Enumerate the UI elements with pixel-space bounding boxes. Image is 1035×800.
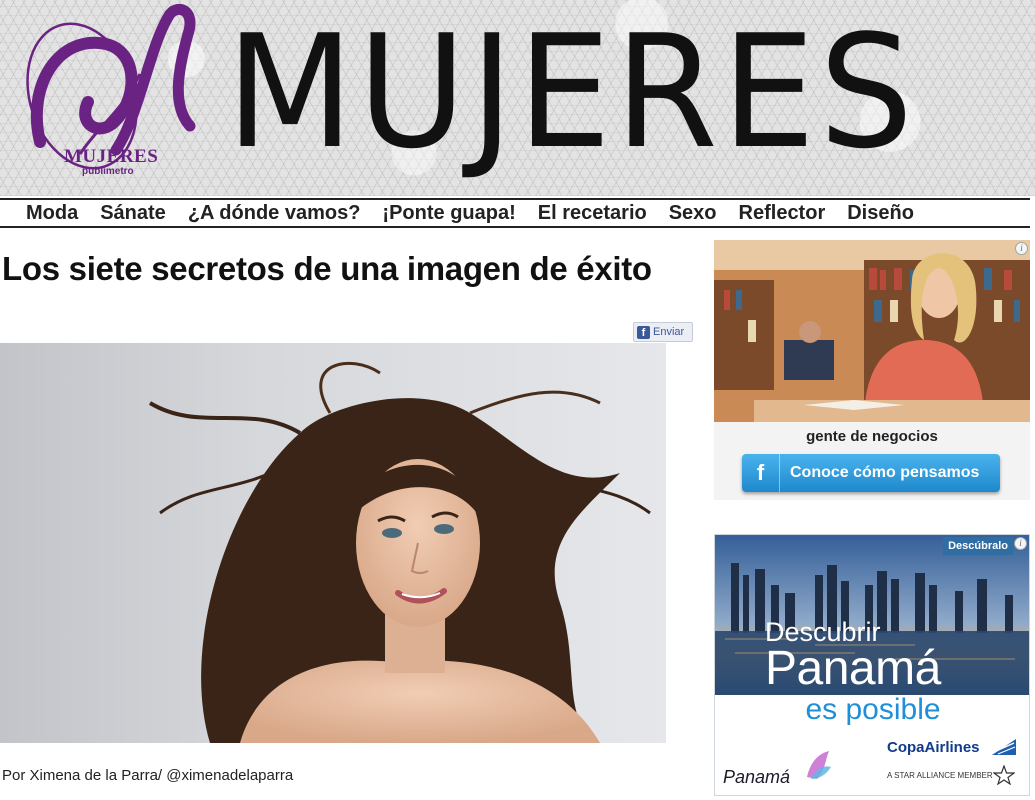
panama-brand-icon bbox=[807, 751, 831, 779]
article-byline[interactable]: Por Ximena de la Parra/ @ximenadelaparra bbox=[2, 767, 293, 784]
ad2-headline-3: es posible bbox=[805, 693, 941, 726]
ad1-cta-label: Conoce cómo pensamos bbox=[790, 464, 980, 481]
info-icon[interactable]: i bbox=[1014, 537, 1027, 550]
logo-wordmark: MUJERES bbox=[64, 146, 159, 167]
ad-gente-de-negocios[interactable]: i gente de negocios f Conoce cómo pensam… bbox=[714, 240, 1030, 500]
ad1-cta-button[interactable]: f Conoce cómo pensamos bbox=[742, 454, 1000, 492]
nav-item-diseno[interactable]: Diseño bbox=[847, 202, 914, 225]
article-title: Los siete secretos de una imagen de éxit… bbox=[2, 250, 652, 287]
facebook-icon: f bbox=[637, 325, 650, 339]
ad2-discover-badge[interactable]: Descúbralo bbox=[943, 537, 1013, 555]
ad-copa-panama[interactable]: Descúbralo i Descubrir Panamá es posible… bbox=[714, 534, 1030, 796]
info-icon[interactable]: i bbox=[1015, 242, 1028, 255]
copa-airlines-label: CopaAirlines bbox=[887, 739, 980, 756]
facebook-send-label: Enviar bbox=[653, 326, 685, 338]
nav-item-reflector[interactable]: Reflector bbox=[739, 202, 826, 225]
facebook-send-button[interactable]: f Enviar bbox=[633, 322, 693, 342]
star-alliance-label: A STAR ALLIANCE MEMBER bbox=[887, 771, 993, 780]
nav-item-sexo[interactable]: Sexo bbox=[669, 202, 717, 225]
article-hero-image bbox=[0, 343, 666, 743]
ad1-caption: gente de negocios bbox=[806, 428, 938, 445]
copa-logo-icon bbox=[992, 739, 1016, 755]
nav-item-ponte-guapa[interactable]: ¡Ponte guapa! bbox=[382, 202, 515, 225]
masthead-title[interactable]: MUJERES bbox=[226, 2, 917, 182]
nav-item-sanate[interactable]: Sánate bbox=[100, 202, 166, 225]
logo-subtext: publimetro bbox=[82, 166, 134, 177]
main-nav: Moda Sánate ¿A dónde vamos? ¡Ponte guapa… bbox=[0, 198, 1030, 228]
ad1-library-photo bbox=[714, 240, 1030, 422]
facebook-icon: f bbox=[742, 454, 780, 492]
site-header: MUJERES publimetro MUJERES bbox=[0, 0, 1035, 196]
nav-item-el-recetario[interactable]: El recetario bbox=[538, 202, 647, 225]
panama-brand-label: Panamá bbox=[723, 767, 791, 787]
nav-item-moda[interactable]: Moda bbox=[26, 202, 78, 225]
nav-item-a-donde-vamos[interactable]: ¿A dónde vamos? bbox=[188, 202, 361, 225]
ad2-headline-2: Panamá bbox=[765, 642, 941, 695]
star-alliance-icon bbox=[993, 765, 1015, 785]
